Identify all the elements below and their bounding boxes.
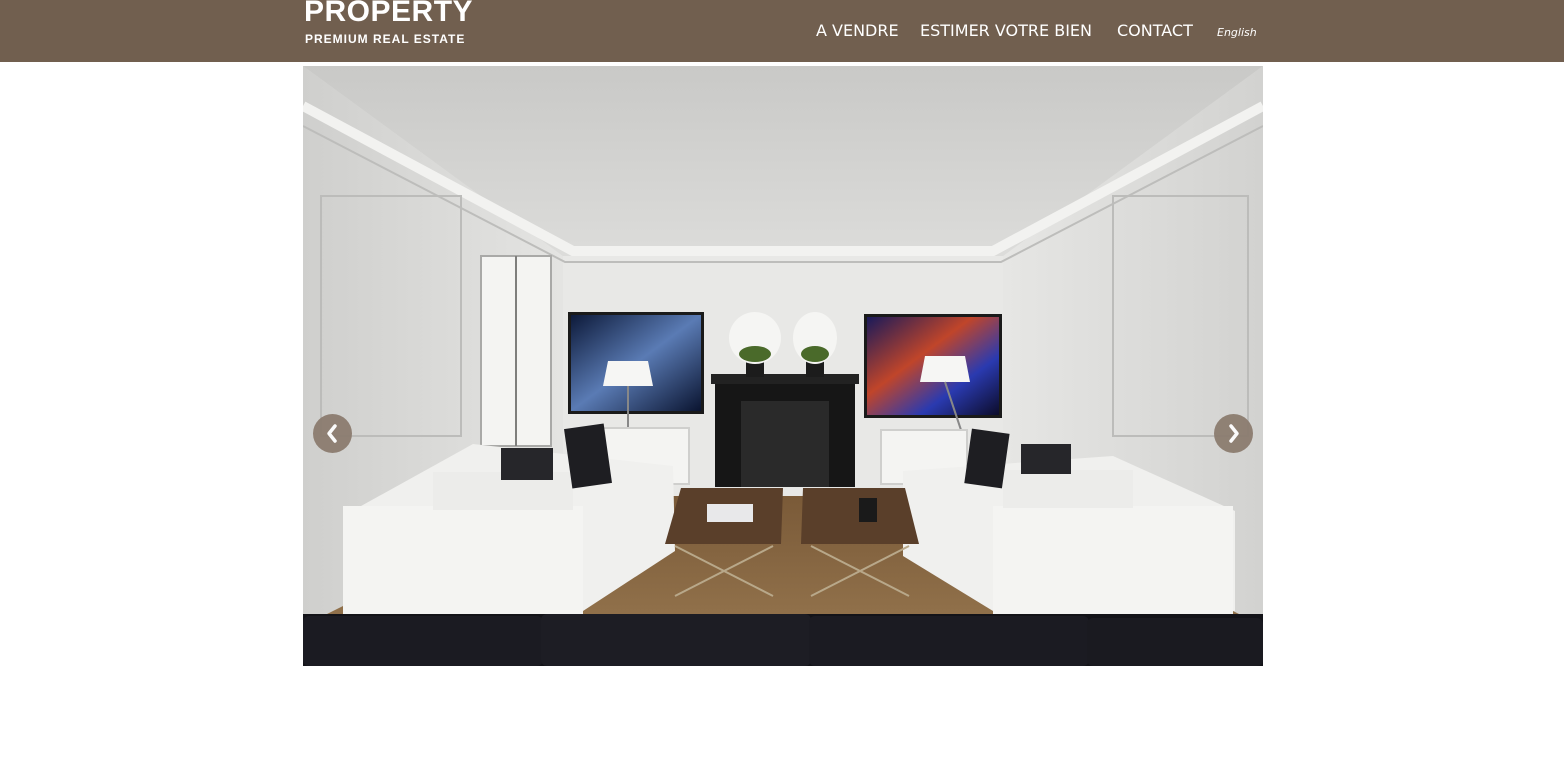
- chevron-right-icon: [1229, 424, 1239, 443]
- language-link-english[interactable]: English: [1217, 24, 1257, 46]
- slide-image-living-room: [303, 66, 1263, 666]
- nav-contact[interactable]: CONTACT: [1117, 20, 1193, 42]
- slider-next-button[interactable]: [1214, 414, 1253, 453]
- site-header: PROPERTY PREMIUM REAL ESTATE A VENDRE ES…: [0, 0, 1564, 62]
- chevron-left-icon: [327, 424, 337, 443]
- nav-a-vendre[interactable]: A VENDRE: [816, 20, 899, 42]
- image-slider[interactable]: [303, 66, 1263, 666]
- slider-prev-button[interactable]: [313, 414, 352, 453]
- logo-title[interactable]: PROPERTY: [304, 0, 473, 30]
- logo-subtitle[interactable]: PREMIUM REAL ESTATE: [305, 32, 465, 46]
- nav-estimer-votre-bien[interactable]: ESTIMER VOTRE BIEN: [920, 20, 1092, 42]
